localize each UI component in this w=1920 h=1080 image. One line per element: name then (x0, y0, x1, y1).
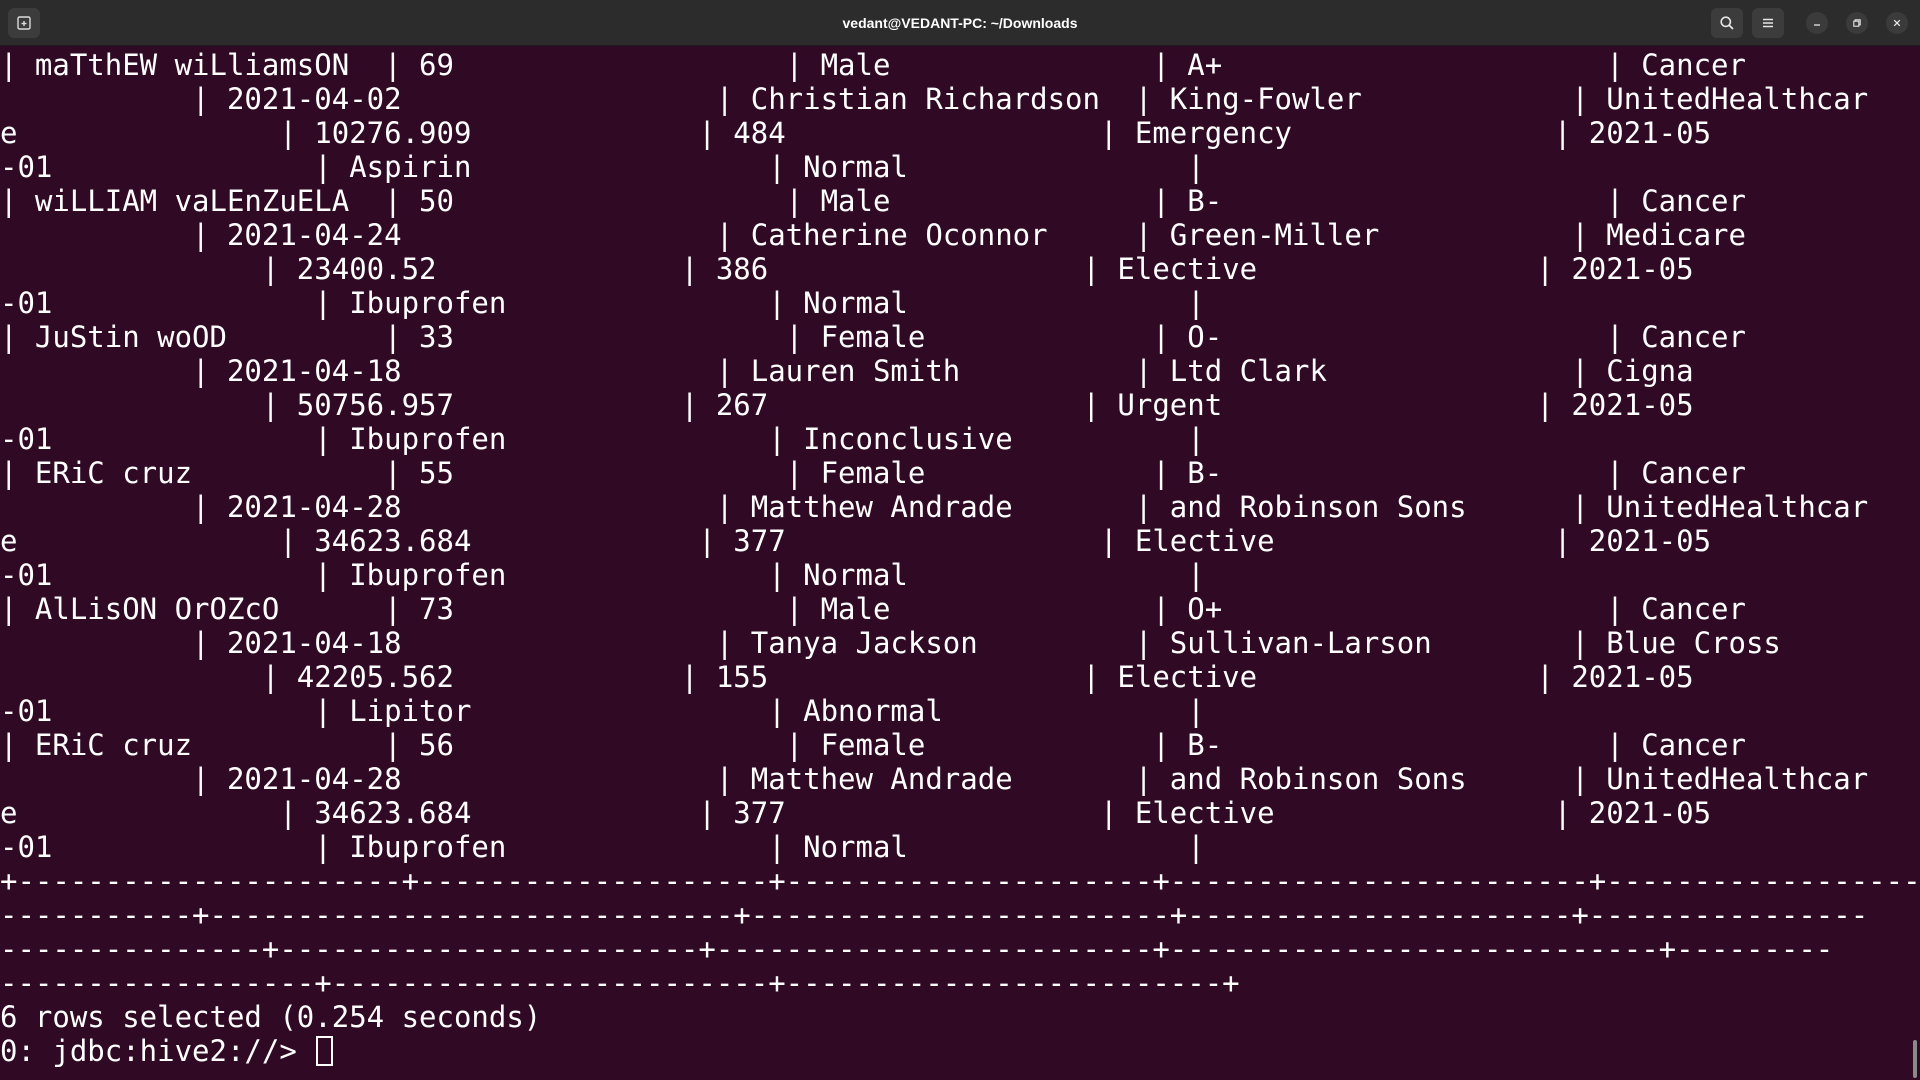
terminal-line: | 2021-04-18 | Tanya Jackson | Sullivan-… (0, 626, 1781, 660)
title-bar: vedant@VEDANT-PC: ~/Downloads (0, 0, 1920, 46)
terminal-line: | 42205.562 | 155 | Elective | 2021-05 (0, 660, 1694, 694)
terminal-line: | 50756.957 | 267 | Urgent | 2021-05 (0, 388, 1694, 422)
terminal-line: -01 | Lipitor | Abnormal | (0, 694, 1205, 728)
window-title: vedant@VEDANT-PC: ~/Downloads (842, 15, 1078, 31)
maximize-button[interactable] (1846, 12, 1868, 34)
close-button[interactable] (1886, 12, 1908, 34)
minimize-button[interactable] (1806, 12, 1828, 34)
terminal-line: | maTthEW wiLliamsON | 69 | Male | A+ | … (0, 48, 1746, 82)
table-border-line: ------------------+---------------------… (0, 966, 1240, 1000)
table-border-line: -----------+----------------------------… (0, 898, 1869, 932)
terminal-scrollbar[interactable] (1913, 1040, 1917, 1078)
close-icon (1892, 18, 1902, 28)
menu-button[interactable] (1752, 8, 1784, 38)
terminal-output[interactable]: | maTthEW wiLliamsON | 69 | Male | A+ | … (0, 46, 1920, 1080)
table-border-line: ---------------+------------------------… (0, 932, 1834, 966)
terminal-line: -01 | Ibuprofen | Normal | (0, 558, 1205, 592)
terminal-line: | wiLLIAM vaLEnZuELA | 50 | Male | B- | … (0, 184, 1746, 218)
terminal-window: vedant@VEDANT-PC: ~/Downloads | maTthEW … (0, 0, 1920, 1080)
terminal-line: -01 | Aspirin | Normal | (0, 150, 1205, 184)
command-prompt-line[interactable]: 0: jdbc:hive2://> (0, 1034, 334, 1068)
search-icon (1719, 15, 1735, 31)
terminal-line: -01 | Ibuprofen | Inconclusive | (0, 422, 1205, 456)
terminal-line: | 2021-04-28 | Matthew Andrade | and Rob… (0, 490, 1869, 524)
hamburger-menu-icon (1760, 15, 1776, 31)
terminal-line: | JuStin woOD | 33 | Female | O- | Cance… (0, 320, 1746, 354)
query-status-line: 6 rows selected (0.254 seconds) (0, 1000, 542, 1034)
text-cursor (316, 1036, 334, 1066)
command-prompt: 0: jdbc:hive2://> (0, 1034, 315, 1068)
terminal-line: e | 34623.684 | 377 | Elective | 2021-05 (0, 796, 1712, 830)
terminal-line: -01 | Ibuprofen | Normal | (0, 830, 1205, 864)
terminal-line: | 2021-04-02 | Christian Richardson | Ki… (0, 82, 1869, 116)
terminal-line: | 23400.52 | 386 | Elective | 2021-05 (0, 252, 1694, 286)
terminal-line: | AlLisON OrOZcO | 73 | Male | O+ | Canc… (0, 592, 1746, 626)
terminal-line: | ERiC cruz | 56 | Female | B- | Cancer (0, 728, 1746, 762)
terminal-line: | ERiC cruz | 55 | Female | B- | Cancer (0, 456, 1746, 490)
terminal-line: | 2021-04-24 | Catherine Oconnor | Green… (0, 218, 1746, 252)
terminal-line: | 2021-04-28 | Matthew Andrade | and Rob… (0, 762, 1869, 796)
terminal-line: e | 10276.909 | 484 | Emergency | 2021-0… (0, 116, 1712, 150)
maximize-icon (1852, 18, 1862, 28)
table-border-line: +----------------------+----------------… (0, 864, 1920, 898)
terminal-line: -01 | Ibuprofen | Normal | (0, 286, 1205, 320)
minimize-icon (1812, 18, 1822, 28)
terminal-line: | 2021-04-18 | Lauren Smith | Ltd Clark … (0, 354, 1694, 388)
search-button[interactable] (1711, 8, 1743, 38)
terminal-line: e | 34623.684 | 377 | Elective | 2021-05 (0, 524, 1712, 558)
